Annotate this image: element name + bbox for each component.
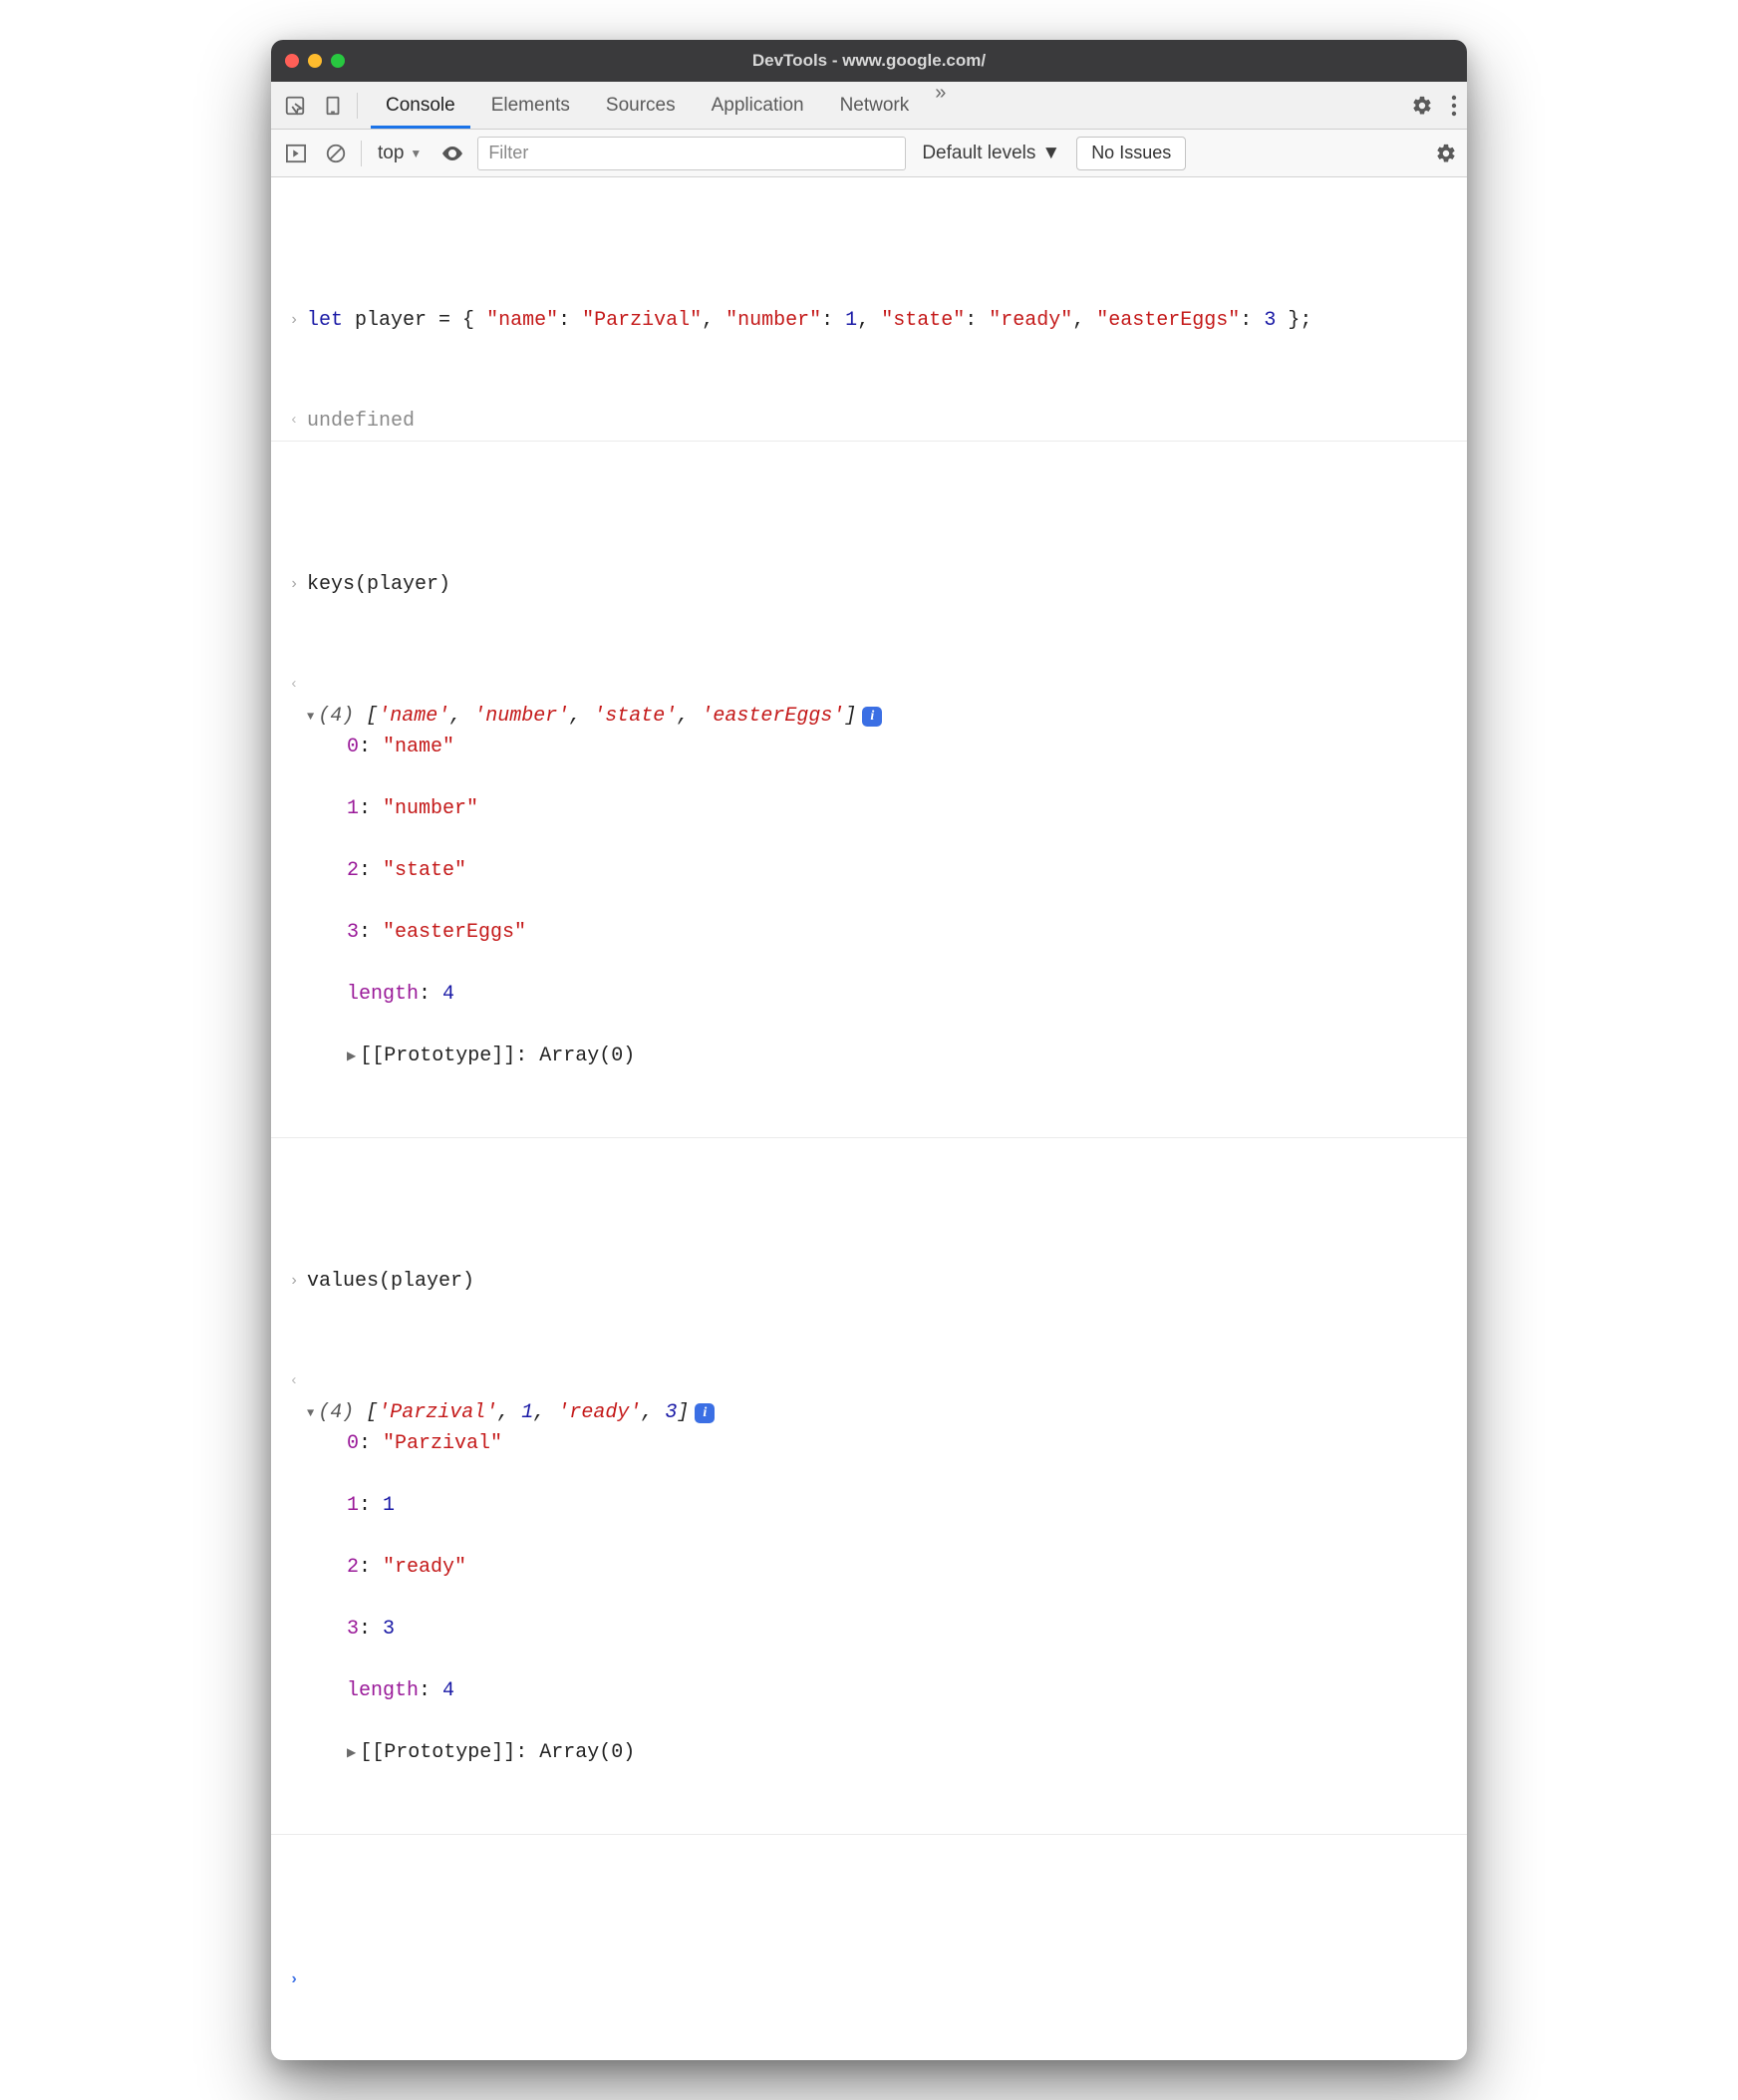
device-toggle-icon[interactable] [319,92,347,120]
input-chevron-icon: › [281,1266,307,1297]
output-chevron-icon: ‹ [289,670,298,696]
inspect-element-icon[interactable] [281,92,309,120]
sidebar-toggle-icon[interactable] [281,139,311,168]
array-entry[interactable]: 0: "Parzival" [307,1428,1457,1459]
code-line[interactable]: let player = { "name": "Parzival", "numb… [307,305,1457,336]
array-entry[interactable]: 1: "number" [307,793,1457,824]
live-expression-icon[interactable] [437,139,467,168]
array-length[interactable]: length: 4 [307,1675,1457,1706]
console-prompt-row[interactable]: › [271,1958,1467,1998]
array-entry[interactable]: 2: "state" [307,855,1457,886]
code-line[interactable]: values(player) [307,1266,1457,1297]
tab-application[interactable]: Application [694,82,822,129]
zoom-icon[interactable] [331,54,345,68]
filter-input[interactable] [477,137,906,170]
tab-console[interactable]: Console [368,82,473,129]
array-result[interactable]: (4) ['name', 'number', 'state', 'easterE… [307,670,1457,1133]
chevron-down-icon: ▼ [1041,143,1060,164]
info-icon[interactable]: i [862,707,882,727]
console-input[interactable] [307,1964,1457,1992]
array-result[interactable]: (4) ['Parzival', 1, 'ready', 3]i 0: "Par… [307,1366,1457,1830]
window-title: DevTools - www.google.com/ [271,51,1467,71]
array-entry[interactable]: 1: 1 [307,1490,1457,1521]
more-tabs-icon[interactable]: » [927,82,954,129]
console-input-row: › keys(player) [271,565,1467,604]
input-chevron-icon: › [281,569,307,600]
traffic-lights [285,54,345,68]
levels-label: Default levels [922,143,1035,164]
console-output: › let player = { "name": "Parzival", "nu… [271,177,1467,2060]
console-result-row: ‹ (4) ['name', 'number', 'state', 'easte… [271,666,1467,1138]
settings-icon[interactable] [1411,95,1433,117]
console-settings-icon[interactable] [1435,143,1457,164]
context-label: top [378,143,404,164]
kebab-menu-icon[interactable] [1451,95,1457,117]
context-selector[interactable]: top ▼ [372,143,428,164]
divider [357,93,358,119]
minimize-icon[interactable] [308,54,322,68]
array-prototype[interactable]: [[Prototype]]: Array(0) [307,1041,1457,1071]
collapse-icon[interactable] [307,707,314,729]
undefined-result: undefined [307,406,1457,437]
issues-button[interactable]: No Issues [1076,137,1186,170]
console-input-row: › let player = { "name": "Parzival", "nu… [271,301,1467,340]
prompt-chevron-icon: › [281,1964,307,1992]
console-result-row: ‹ (4) ['Parzival', 1, 'ready', 3]i 0: "P… [271,1362,1467,1835]
output-chevron-icon: ‹ [289,406,298,432]
console-result-row: ‹ undefined [271,402,1467,442]
console-input-row: › values(player) [271,1262,1467,1301]
titlebar: DevTools - www.google.com/ [271,40,1467,82]
tab-network[interactable]: Network [822,82,928,129]
clear-console-icon[interactable] [321,139,351,168]
array-entry[interactable]: 3: "easterEggs" [307,917,1457,948]
main-tabbar: Console Elements Sources Application Net… [271,82,1467,130]
input-chevron-icon: › [281,305,307,336]
tab-elements[interactable]: Elements [473,82,588,129]
collapse-icon[interactable] [307,1403,314,1425]
output-chevron-icon: ‹ [289,1366,298,1392]
devtools-window: DevTools - www.google.com/ Console Eleme… [271,40,1467,2060]
array-entry[interactable]: 2: "ready" [307,1552,1457,1583]
array-length[interactable]: length: 4 [307,979,1457,1010]
chevron-down-icon: ▼ [410,147,422,160]
tab-sources[interactable]: Sources [588,82,694,129]
divider [361,141,362,166]
array-entry[interactable]: 3: 3 [307,1614,1457,1645]
info-icon[interactable]: i [695,1403,715,1423]
code-line[interactable]: keys(player) [307,569,1457,600]
log-levels-selector[interactable]: Default levels ▼ [916,143,1066,164]
console-toolbar: top ▼ Default levels ▼ No Issues [271,130,1467,177]
array-entry[interactable]: 0: "name" [307,732,1457,762]
expand-icon[interactable] [347,1047,356,1068]
expand-icon[interactable] [347,1743,356,1765]
close-icon[interactable] [285,54,299,68]
array-prototype[interactable]: [[Prototype]]: Array(0) [307,1737,1457,1768]
